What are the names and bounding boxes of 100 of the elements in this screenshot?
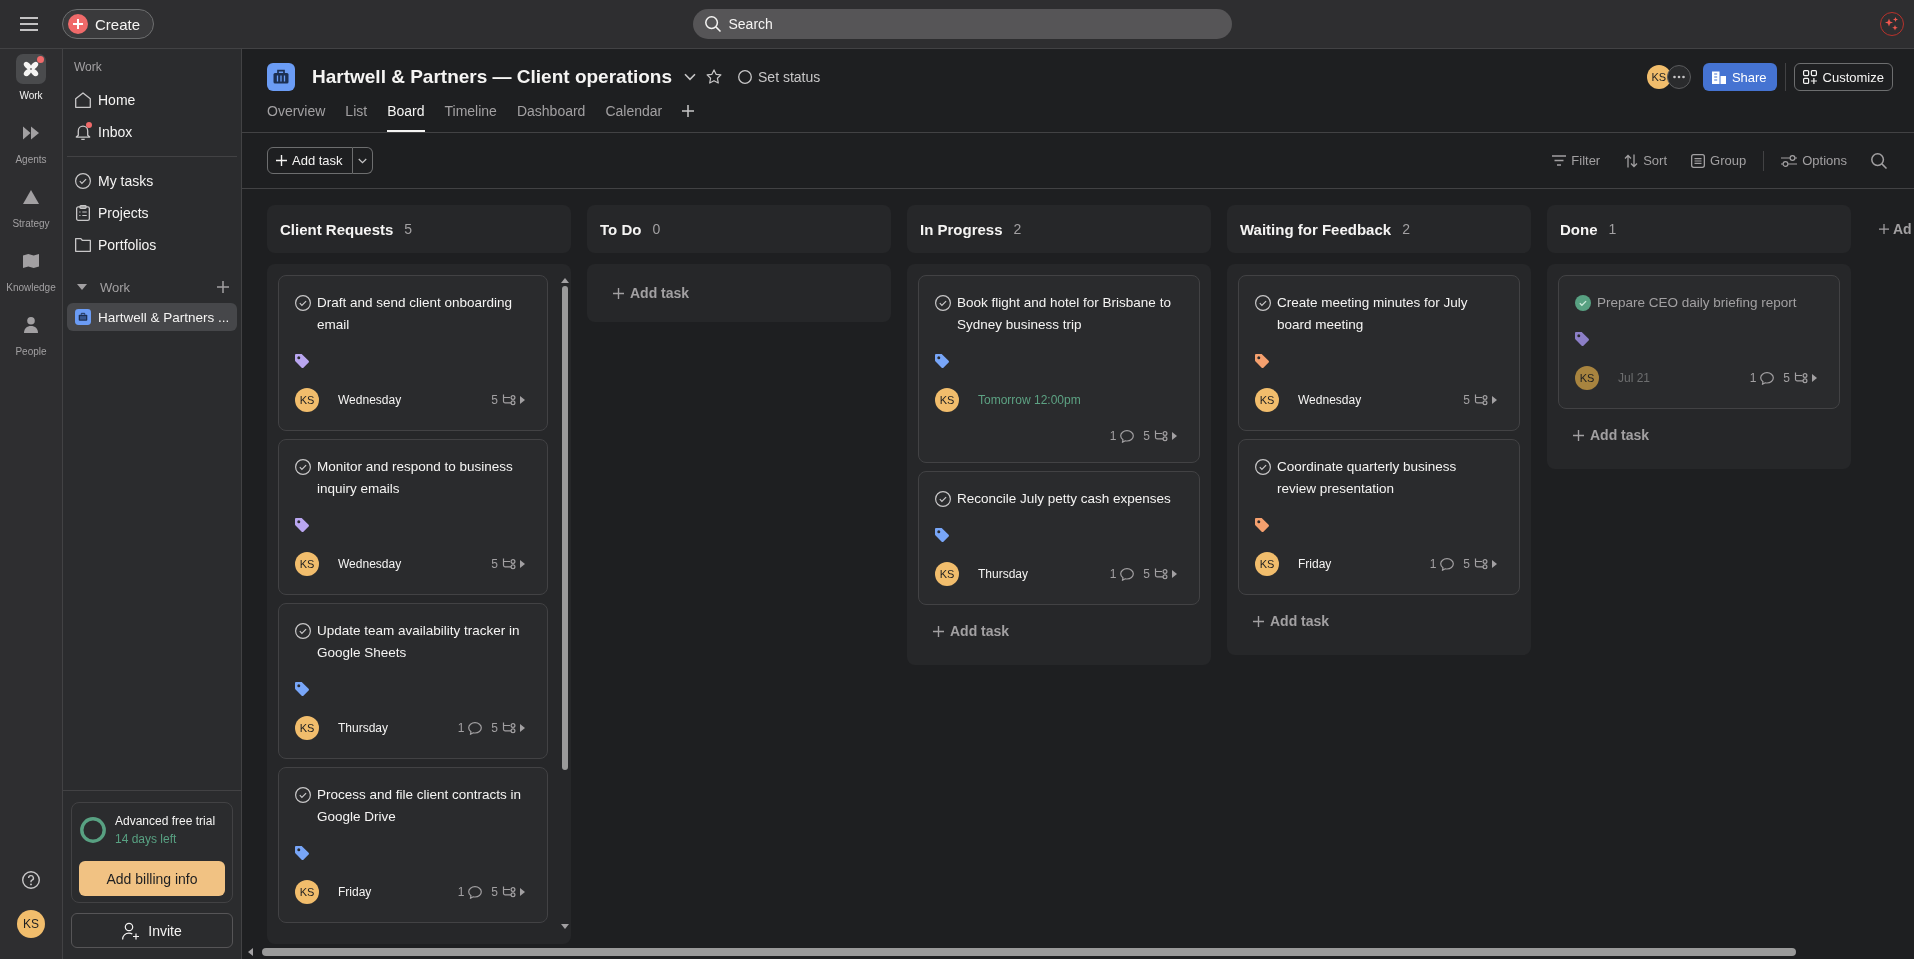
add-task-button[interactable]: Add task bbox=[918, 613, 1200, 649]
task-card[interactable]: Coordinate quarterly business review presentation KS Friday 1 5 bbox=[1238, 439, 1520, 595]
scroll-down-icon[interactable] bbox=[561, 924, 569, 929]
caret-right-icon[interactable] bbox=[1172, 432, 1177, 440]
avatar: KS bbox=[295, 716, 319, 740]
caret-right-icon[interactable] bbox=[1492, 396, 1497, 404]
scrollbar-thumb[interactable] bbox=[262, 947, 1796, 956]
scroll-up-icon[interactable] bbox=[561, 278, 569, 283]
nav-item[interactable]: Inbox bbox=[67, 116, 237, 148]
avatar[interactable]: KS bbox=[17, 910, 45, 938]
check-circle-icon[interactable] bbox=[935, 295, 951, 311]
add-button[interactable]: Ad bbox=[1867, 205, 1912, 253]
nav-item[interactable]: Projects bbox=[67, 197, 237, 229]
tab[interactable]: List bbox=[345, 100, 368, 132]
chevron-down-icon[interactable] bbox=[684, 73, 697, 81]
task-card[interactable]: Draft and send client onboarding email KS Wednesday 5 bbox=[278, 275, 548, 431]
task-card[interactable]: Prepare CEO daily briefing report KS Jul 21 1 5 bbox=[1558, 275, 1840, 409]
sparkle-icon[interactable] bbox=[1880, 12, 1904, 36]
project-title: Hartwell & Partners — Client operations bbox=[312, 66, 673, 88]
task-count: 5 bbox=[404, 221, 413, 237]
filter-button[interactable]: Filter bbox=[1552, 153, 1601, 168]
caret-down-icon[interactable] bbox=[77, 284, 87, 290]
nav-button[interactable]: Agents bbox=[2, 118, 60, 166]
task-card[interactable]: Monitor and respond to business inquiry emails KS Wednesday 5 bbox=[278, 439, 548, 595]
search-icon[interactable] bbox=[1871, 152, 1887, 169]
tab[interactable]: Calendar bbox=[605, 100, 663, 132]
dropdown-button[interactable] bbox=[352, 147, 373, 174]
task-card[interactable]: Process and file client contracts in Google Drive KS Friday 1 5 bbox=[278, 767, 548, 923]
clover-icon bbox=[16, 54, 46, 84]
group-button[interactable]: Group bbox=[1691, 153, 1747, 168]
create-button[interactable]: Create bbox=[62, 9, 155, 39]
caret-right-icon[interactable] bbox=[1812, 374, 1817, 382]
task-card[interactable]: Create meeting minutes for July board meeting KS Wednesday 5 bbox=[1238, 275, 1520, 431]
caret-right-icon[interactable] bbox=[520, 560, 525, 568]
fast-forward-icon bbox=[23, 126, 39, 140]
check-circle-icon[interactable] bbox=[1255, 459, 1271, 475]
check-circle-icon[interactable] bbox=[1255, 295, 1271, 311]
check-circle-icon[interactable] bbox=[1575, 295, 1591, 311]
scroll-left-icon[interactable] bbox=[248, 947, 253, 956]
check-circle-icon[interactable] bbox=[295, 623, 311, 639]
nav-button[interactable]: Work bbox=[2, 54, 60, 102]
comment-count: 1 bbox=[1109, 566, 1117, 582]
nav-item[interactable]: Home bbox=[67, 84, 237, 116]
search-field[interactable]: Search bbox=[692, 9, 1232, 39]
nav-item[interactable]: My tasks bbox=[67, 165, 237, 197]
tab[interactable]: Overview bbox=[267, 100, 326, 132]
billing-button[interactable]: Add billing info bbox=[79, 861, 225, 896]
scrollbar-thumb[interactable] bbox=[562, 286, 568, 770]
caret-right-icon[interactable] bbox=[520, 396, 525, 404]
caret-right-icon[interactable] bbox=[520, 724, 525, 732]
subtask-icon bbox=[1474, 558, 1488, 570]
set-status-button[interactable]: Set status bbox=[738, 69, 821, 85]
comment-count: 1 bbox=[1749, 370, 1757, 386]
add-task-button[interactable]: Add task bbox=[267, 147, 353, 174]
nav-button[interactable]: Knowledge bbox=[2, 246, 60, 294]
plus-icon[interactable] bbox=[682, 105, 695, 117]
column-title: In Progress bbox=[920, 220, 1003, 238]
tab[interactable]: Timeline bbox=[444, 100, 497, 132]
menu-icon[interactable] bbox=[20, 17, 38, 31]
subtask-count: 5 bbox=[491, 556, 498, 572]
section-heading: Work bbox=[74, 59, 102, 75]
project-item[interactable]: Hartwell & Partners ... bbox=[67, 303, 237, 331]
more-icon[interactable] bbox=[1666, 65, 1691, 89]
caret-right-icon[interactable] bbox=[1172, 570, 1177, 578]
add-task-button[interactable]: Add task bbox=[1558, 417, 1840, 453]
task-card[interactable]: Update team availability tracker in Google Sheets KS Thursday 1 5 bbox=[278, 603, 548, 759]
task-title: Create meeting minutes for July board meeting bbox=[1277, 294, 1469, 334]
task-card[interactable]: Reconcile July petty cash expenses KS Thursday 1 5 bbox=[918, 471, 1200, 605]
add-task-button[interactable]: Add task bbox=[1238, 603, 1520, 639]
comment-icon bbox=[1760, 371, 1775, 385]
nav-button[interactable]: Strategy bbox=[2, 182, 60, 230]
nav-button[interactable]: People bbox=[2, 310, 60, 358]
help-icon[interactable] bbox=[22, 871, 40, 889]
plus-icon bbox=[1879, 224, 1889, 234]
check-circle-icon[interactable] bbox=[935, 491, 951, 507]
options-button[interactable]: Options bbox=[1781, 153, 1847, 168]
task-title: Monitor and respond to business inquiry emails bbox=[317, 458, 514, 498]
caret-right-icon[interactable] bbox=[1492, 560, 1497, 568]
tab[interactable]: Board bbox=[387, 100, 425, 132]
add-task-button[interactable]: Add task bbox=[598, 275, 880, 311]
tab[interactable]: Dashboard bbox=[516, 100, 586, 132]
caret-right-icon[interactable] bbox=[520, 888, 525, 896]
due-date: Wednesday bbox=[338, 392, 402, 408]
nav-item[interactable]: Portfolios bbox=[67, 229, 237, 261]
customize-button[interactable]: Customize bbox=[1793, 63, 1893, 91]
plus-icon bbox=[933, 625, 944, 637]
share-button[interactable]: Share bbox=[1702, 63, 1777, 91]
invite-button[interactable]: Invite bbox=[71, 913, 233, 948]
task-card[interactable]: Book flight and hotel for Brisbane to Sydney business trip KS Tomorrow 12:00pm 1 5 bbox=[918, 275, 1200, 463]
check-circle-icon[interactable] bbox=[295, 787, 311, 803]
clipboard-icon bbox=[76, 205, 90, 221]
subtask-icon bbox=[1794, 372, 1808, 384]
comment-icon bbox=[1440, 557, 1455, 571]
plus-icon[interactable] bbox=[217, 281, 229, 293]
column-title: Done bbox=[1560, 220, 1598, 238]
sort-button[interactable]: Sort bbox=[1624, 153, 1668, 168]
check-circle-icon[interactable] bbox=[295, 295, 311, 311]
check-circle-icon[interactable] bbox=[295, 459, 311, 475]
star-icon[interactable] bbox=[706, 69, 723, 85]
task-title: Update team availability tracker in Google Sheets bbox=[317, 622, 521, 662]
